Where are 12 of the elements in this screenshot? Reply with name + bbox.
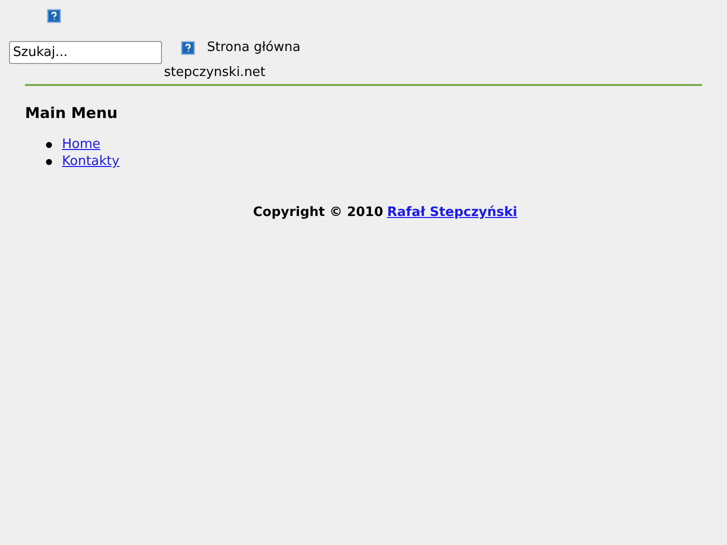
- menu-link[interactable]: Kontakty: [62, 154, 120, 170]
- bullet-icon: [46, 159, 52, 165]
- menu-link[interactable]: Home: [62, 137, 100, 153]
- bullet-icon: [46, 142, 52, 148]
- menu-title: Main Menu: [25, 104, 118, 122]
- site-name: stepczynski.net: [164, 65, 266, 81]
- broken-image-icon: [181, 40, 195, 54]
- author-link[interactable]: Rafał Stepczyński: [387, 205, 518, 221]
- copyright-text: Copyright © 2010: [253, 205, 384, 221]
- search-field[interactable]: Szukaj...: [9, 41, 162, 64]
- broken-image-icon: [47, 9, 61, 23]
- home-page-link[interactable]: Strona główna: [207, 40, 300, 55]
